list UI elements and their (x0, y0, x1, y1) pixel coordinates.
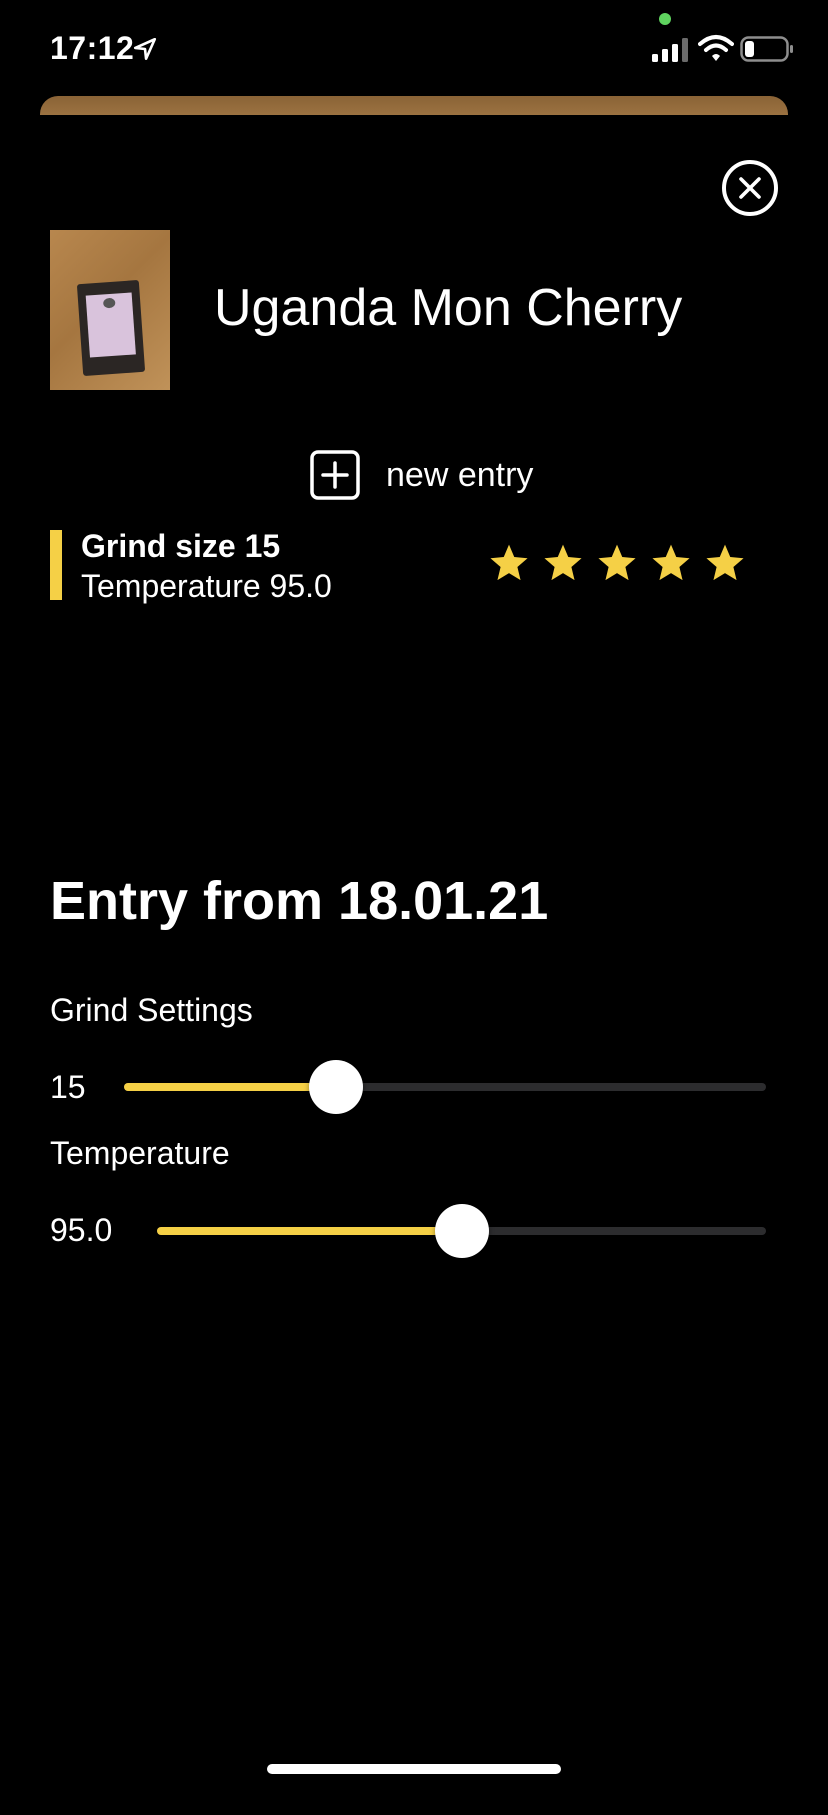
grind-settings-label: Grind Settings (50, 992, 253, 1028)
home-indicator[interactable] (267, 1764, 561, 1774)
grind-slider-fill (124, 1083, 336, 1091)
battery-icon (740, 36, 793, 62)
temperature-label: Temperature (50, 1135, 230, 1171)
status-time: 17:12 (50, 30, 135, 66)
entry-detail-title: Entry from 18.01.21 (50, 871, 549, 931)
new-entry-button[interactable]: new entry (310, 449, 533, 501)
cellular-signal-icon (652, 38, 688, 62)
coffee-bag-image (76, 279, 146, 377)
entry-rating (488, 542, 746, 584)
grind-slider-thumb[interactable] (308, 1060, 363, 1114)
temperature-slider-thumb[interactable] (434, 1204, 489, 1258)
star-icon (598, 544, 636, 581)
wifi-icon (698, 35, 734, 61)
temperature-slider[interactable] (157, 1204, 766, 1258)
coffee-thumbnail (50, 230, 170, 390)
location-arrow-icon (133, 37, 157, 61)
temperature-slider-fill (157, 1227, 462, 1235)
star-icon (652, 544, 690, 581)
plus-square-icon (310, 450, 360, 500)
close-icon (739, 177, 761, 199)
privacy-indicator-dot (659, 13, 671, 25)
grind-value: 15 (50, 1069, 86, 1105)
coffee-name: Uganda Mon Cherry (214, 279, 683, 337)
entry-temperature: Temperature 95.0 (81, 568, 332, 604)
new-entry-label: new entry (386, 455, 534, 494)
star-icon (490, 544, 528, 581)
entry-accent-bar (50, 530, 62, 600)
star-icon (544, 544, 582, 581)
temperature-value: 95.0 (50, 1212, 113, 1248)
close-button[interactable] (722, 160, 778, 216)
star-icon (706, 544, 744, 581)
entry-grind-size: Grind size 15 (81, 528, 281, 564)
entry-list-item[interactable]: Grind size 15 Temperature 95.0 (50, 528, 750, 604)
grind-slider[interactable] (124, 1060, 766, 1114)
